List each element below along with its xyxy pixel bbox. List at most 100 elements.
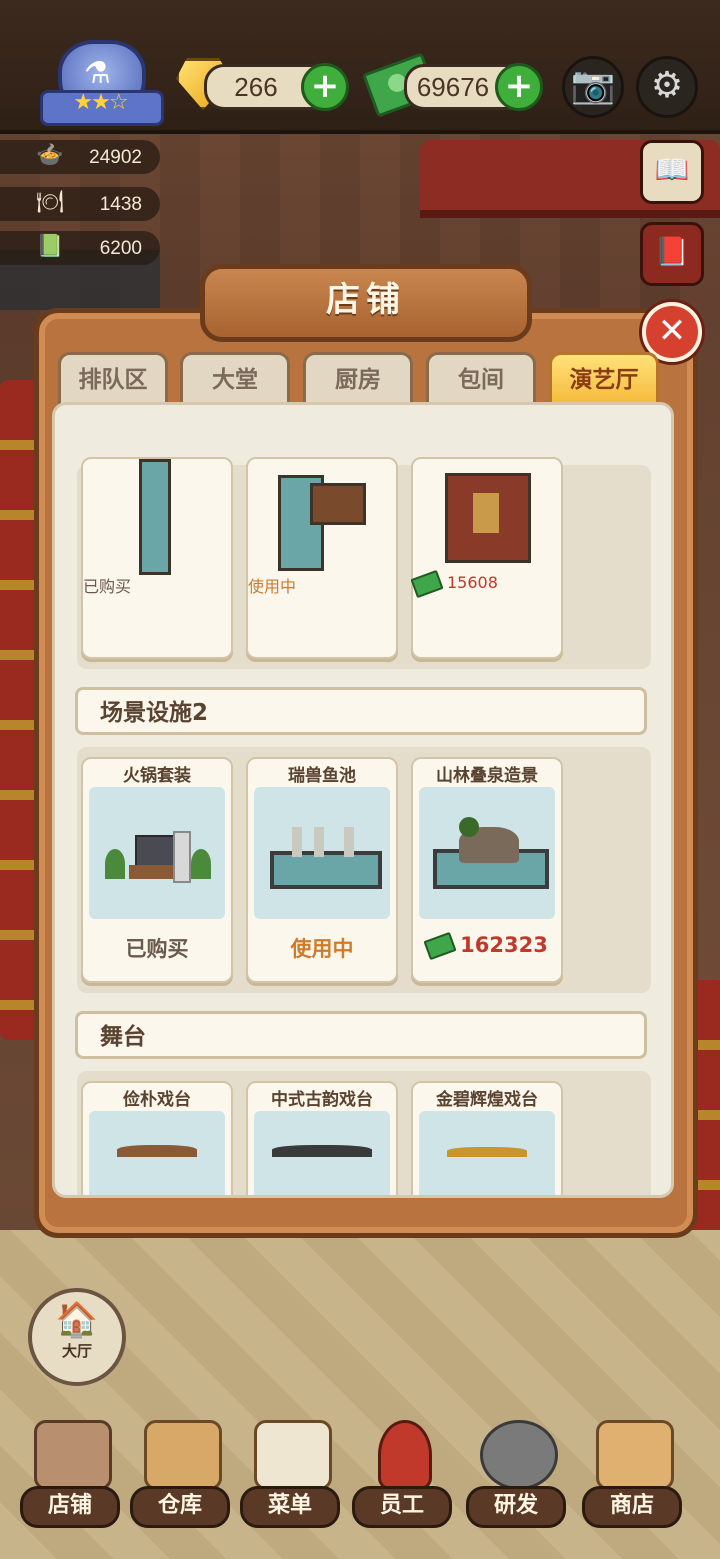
item-thumbnail <box>419 1111 555 1195</box>
item-card[interactable]: 使用中 <box>246 457 398 659</box>
tab-queue-area[interactable]: 排队区 <box>58 352 168 405</box>
stat-dishes: 🍽 1438 <box>0 187 160 221</box>
dish-cover-icon: 🍽 <box>36 189 64 214</box>
item-card-simple-stage[interactable]: 俭朴戏台 <box>81 1081 233 1195</box>
item-thumbnail <box>83 459 231 575</box>
checklist-icon <box>254 1420 332 1490</box>
stat-menu: 📗 6200 <box>0 231 160 265</box>
item-status: 使用中 <box>248 577 297 596</box>
item-card[interactable]: 15608 <box>410 457 563 659</box>
nav-shop[interactable]: 店铺 <box>20 1420 120 1530</box>
statue-art <box>292 827 302 857</box>
camera-button[interactable]: 📷 <box>562 56 624 118</box>
item-name: 金碧辉煌戏台 <box>436 1090 538 1110</box>
item-card[interactable]: 已购买 <box>81 457 233 659</box>
cash-counter: 69676 + <box>404 63 543 111</box>
wok-icon <box>480 1420 558 1490</box>
mortar-icon: ⚗ <box>84 56 111 91</box>
item-status: 已购买 <box>83 577 132 596</box>
hall-button-label: 大厅 <box>61 1342 92 1360</box>
food-bowl-icon: 🍲 <box>36 142 64 167</box>
cash-count: 69676 <box>416 72 490 102</box>
boxes-icon <box>144 1420 222 1490</box>
item-thumbnail <box>89 1111 225 1195</box>
stage-roof-art <box>447 1147 527 1157</box>
nav-label: 菜单 <box>240 1486 340 1528</box>
add-cash-button[interactable]: + <box>495 63 543 111</box>
item-name: 瑞兽鱼池 <box>288 766 356 786</box>
item-status: 已购买 <box>125 937 189 961</box>
stage-roof-art <box>272 1145 372 1157</box>
water-dispenser-art <box>173 831 191 883</box>
store-icon <box>596 1420 674 1490</box>
price-value: 162323 <box>460 933 548 957</box>
cash-icon <box>410 569 444 598</box>
menu-book-icon: 📗 <box>36 233 64 258</box>
price-value: 15608 <box>447 573 498 592</box>
nav-label: 研发 <box>466 1486 566 1528</box>
tea-table-art <box>310 483 366 525</box>
stage-gate-art <box>473 493 499 533</box>
stat-value: 1438 <box>99 194 142 215</box>
fish-pond-art <box>270 851 382 889</box>
recipe-book-button[interactable]: 📕 <box>640 222 704 286</box>
garden-wall-art <box>139 459 171 575</box>
item-card-classical-stage[interactable]: 中式古韵戏台 <box>246 1081 398 1195</box>
item-name: 山林叠泉造景 <box>436 766 538 786</box>
item-card-golden-stage[interactable]: 金碧辉煌戏台 <box>411 1081 563 1195</box>
statue-art <box>314 827 324 857</box>
nav-research[interactable]: 研发 <box>466 1420 566 1530</box>
hall-building-icon: 🏠 <box>55 1300 99 1340</box>
stage-roof-art <box>117 1145 197 1157</box>
tab-performance-hall[interactable]: 演艺厅 <box>549 352 659 405</box>
plant-art <box>191 849 211 879</box>
item-card-mountain-fountain[interactable]: 山林叠泉造景 162323 <box>411 757 563 983</box>
nav-store[interactable]: 商店 <box>582 1420 682 1530</box>
cash-icon <box>423 931 457 961</box>
item-status: 使用中 <box>290 937 354 961</box>
item-thumbnail <box>413 459 561 573</box>
camera-icon: 📷 <box>570 65 616 106</box>
recipe-book-icon: 📕 <box>654 235 690 268</box>
nav-label: 员工 <box>352 1486 452 1528</box>
add-gems-button[interactable]: + <box>301 63 349 111</box>
hall-button[interactable]: 🏠 大厅 <box>28 1288 126 1386</box>
nav-label: 仓库 <box>130 1486 230 1528</box>
item-price: 15608 <box>410 569 561 598</box>
nav-label: 商店 <box>582 1486 682 1528</box>
close-icon: ✕ <box>657 311 687 351</box>
shop-building-icon <box>34 1420 112 1490</box>
pine-art <box>459 817 479 837</box>
item-thumbnail <box>89 787 225 919</box>
statue-art <box>344 827 354 857</box>
tab-kitchen[interactable]: 厨房 <box>303 352 413 405</box>
nav-warehouse[interactable]: 仓库 <box>130 1420 230 1530</box>
gear-icon: ⚙ <box>650 65 684 106</box>
restaurant-rank-badge[interactable]: ⚗ ★★☆ <box>40 40 164 126</box>
chef-girl-icon <box>378 1420 432 1490</box>
item-card-auspicious-fish-pond[interactable]: 瑞兽鱼池 使用中 <box>246 757 398 983</box>
guide-book-button[interactable]: 📖 <box>640 140 704 204</box>
item-thumbnail <box>248 459 396 573</box>
settings-button[interactable]: ⚙ <box>636 56 698 118</box>
item-name: 俭朴戏台 <box>123 1090 191 1110</box>
nav-staff[interactable]: 员工 <box>352 1420 452 1530</box>
tab-private-room[interactable]: 包间 <box>426 352 536 405</box>
item-name: 中式古韵戏台 <box>271 1090 373 1110</box>
item-thumbnail <box>254 1111 390 1195</box>
gem-counter: 266 + <box>204 63 349 111</box>
stat-value: 24902 <box>89 147 142 168</box>
stat-value: 6200 <box>99 238 142 259</box>
item-card-hotpot-set[interactable]: 火锅套装 已购买 <box>81 757 233 983</box>
item-name: 火锅套装 <box>123 766 191 786</box>
item-price: 162323 <box>413 931 561 961</box>
panel-title: 店铺 <box>200 264 532 342</box>
shop-content-scroll[interactable]: 已购买 使用中 15608 场景设施2 火锅套装 已购买 瑞兽鱼池 使用中 山林… <box>52 402 674 1198</box>
section-header-scene-facilities-2: 场景设施2 <box>75 687 647 735</box>
rank-stars-icon: ★★☆ <box>73 90 128 115</box>
tab-lobby[interactable]: 大堂 <box>180 352 290 405</box>
item-thumbnail <box>254 787 390 919</box>
stat-food: 🍲 24902 <box>0 140 160 174</box>
nav-menu[interactable]: 菜单 <box>240 1420 340 1530</box>
section-header-stage: 舞台 <box>75 1011 647 1059</box>
